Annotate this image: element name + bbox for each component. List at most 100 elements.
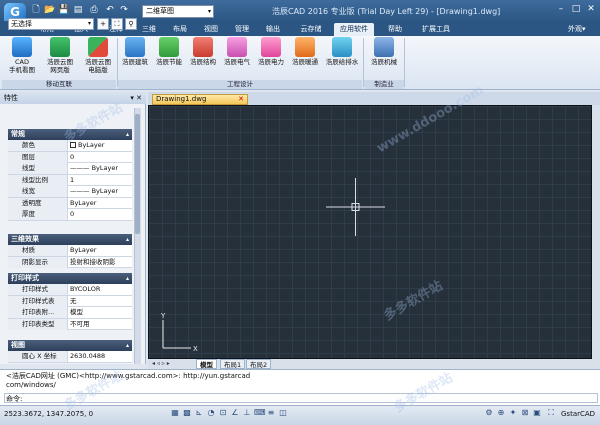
property-value: 投射和接收阴影 [70, 257, 116, 266]
command-prompt: 命令: [6, 395, 23, 403]
snap-icon[interactable]: ▦ [170, 408, 180, 418]
collapse-icon: ▴ [125, 275, 129, 282]
lock-icon[interactable]: ⊠ [520, 408, 530, 418]
layout-nav-arrows[interactable]: ◂ ◃ ▹ ▸ [152, 359, 170, 369]
open-file-icon[interactable]: 📂 [44, 5, 56, 16]
ribbon-button-label: CAD 手机看图 [9, 58, 35, 74]
layout-tab-layout2[interactable]: 布局2 [246, 359, 272, 369]
tab-help[interactable]: 帮助 [382, 23, 408, 36]
scrollbar-thumb[interactable] [135, 114, 140, 234]
save-icon[interactable]: 💾 [58, 5, 70, 16]
save-as-icon[interactable]: ▤ [72, 5, 84, 16]
cloud-web-icon [50, 37, 70, 57]
command-history-line: <浩辰CAD网址 (GMC)<http://www.gstarcad.com>:… [6, 372, 251, 380]
property-row[interactable]: 阴影显示 投射和接收阴影 [8, 256, 132, 268]
property-value: 0 [70, 210, 75, 218]
section-view[interactable]: 视图 ▴ [8, 340, 132, 351]
property-row[interactable]: 打印表类型 不可用 [8, 318, 132, 330]
power-button[interactable]: 浩辰电力 [254, 37, 288, 81]
canvas-vertical-scrollbar[interactable] [592, 105, 600, 359]
otrack-icon[interactable]: ∠ [230, 408, 240, 418]
close-button[interactable]: ✕ [584, 3, 598, 15]
property-row[interactable]: 打印样式表无 [8, 295, 132, 307]
energy-icon [159, 37, 179, 57]
hvac-button[interactable]: 浩辰暖通 [288, 37, 322, 81]
water-button[interactable]: 浩辰给排水 [322, 37, 362, 81]
collapse-icon: ▴ [125, 342, 129, 349]
property-row[interactable]: 线宽 ——— ByLayer [8, 186, 132, 198]
layout-tab-layout1[interactable]: 布局1 [220, 359, 246, 369]
electric-button[interactable]: 浩辰电气 [220, 37, 254, 81]
tab-view[interactable]: 视图 [198, 23, 224, 36]
new-file-icon[interactable]: 🗋 [30, 5, 42, 16]
chevron-down-icon: ▾ [207, 8, 211, 15]
tab-output[interactable]: 输出 [260, 23, 286, 36]
energy-button[interactable]: 浩辰节能 [152, 37, 186, 81]
property-row[interactable]: 线型 ——— ByLayer [8, 163, 132, 175]
workspace-value: 二维草图 [146, 7, 174, 15]
hardware-accel-icon[interactable]: ▣ [532, 408, 542, 418]
annotation-scale-icon[interactable]: ⊕ [496, 408, 506, 418]
drawing-canvas[interactable]: Y X [148, 105, 592, 359]
property-row[interactable]: 厚度 0 [8, 209, 132, 221]
ribbon-panel: CAD 手机看图 浩辰云图 网页版 浩辰云图 电脑版 浩辰建筑 浩辰节能 浩辰结… [0, 36, 600, 90]
tab-application-software[interactable]: 应用软件 [334, 23, 374, 36]
cloud-pc-button[interactable]: 浩辰云图 电脑版 [80, 37, 116, 81]
tab-layout[interactable]: 布局 [167, 23, 193, 36]
appearance-menu[interactable]: 外观▾ [568, 23, 586, 36]
select-objects-icon[interactable]: ⛶ [111, 18, 123, 30]
property-row[interactable]: 图层 0 [8, 151, 132, 163]
cad-mobile-button[interactable]: CAD 手机看图 [6, 37, 38, 81]
minimize-button[interactable]: – [554, 3, 568, 15]
clean-screen-icon[interactable]: ⛶ [546, 408, 556, 418]
osnap-icon[interactable]: ⊡ [218, 408, 228, 418]
property-key: 打印样式 [8, 284, 68, 295]
toggle-pickadd-button[interactable]: + [97, 18, 109, 30]
property-row[interactable]: 透明度 ByLayer [8, 197, 132, 209]
property-key: 线宽 [8, 186, 68, 197]
maximize-button[interactable]: □ [569, 3, 583, 15]
building-button[interactable]: 浩辰建筑 [118, 37, 152, 81]
mechanical-button[interactable]: 浩辰机械 [366, 37, 402, 81]
property-row[interactable]: 打印表附... 模型 [8, 307, 132, 319]
tab-3d[interactable]: 三维 [136, 23, 162, 36]
lineweight-icon[interactable]: ≡ [266, 408, 276, 418]
tab-extension-tools[interactable]: 扩展工具 [418, 23, 454, 36]
tab-cloud-storage[interactable]: 云存储 [294, 23, 328, 36]
ribbon-button-label: 浩辰机械 [371, 58, 397, 66]
property-row[interactable]: 材质 ByLayer [8, 245, 132, 257]
ribbon-button-label: 浩辰节能 [156, 58, 182, 66]
ortho-icon[interactable]: ⊾ [194, 408, 204, 418]
undo-icon[interactable]: ↶ [104, 5, 116, 16]
section-3d-effects[interactable]: 三维效果 ▴ [8, 234, 132, 245]
lightbulb-icon[interactable]: ✦ [508, 408, 518, 418]
dynamic-ucs-icon[interactable]: ⊥ [242, 408, 252, 418]
panel-controls[interactable]: ▾ ✕ [130, 92, 142, 104]
selection-value: 无选择 [11, 20, 32, 28]
structure-button[interactable]: 浩辰结构 [186, 37, 220, 81]
property-row[interactable]: 线型比例 1 [8, 174, 132, 186]
document-tab[interactable]: Drawing1.dwg ✕ [152, 94, 248, 105]
grid-icon[interactable]: ▩ [182, 408, 192, 418]
selection-dropdown[interactable]: 无选择 ▾ [8, 18, 94, 30]
property-row[interactable]: 圆心 X 坐标 2630.0488 [8, 351, 132, 363]
workspace-select[interactable]: 二维草图 ▾ [142, 5, 214, 18]
quick-select-icon[interactable]: ⚲ [125, 18, 137, 30]
section-plot-style[interactable]: 打印样式 ▴ [8, 273, 132, 284]
group-title-manufacturing: 制造业 [364, 80, 404, 89]
layout-tab-model[interactable]: 模型 [196, 359, 217, 369]
property-key: 线型 [8, 163, 68, 174]
dynamic-input-icon[interactable]: ⌨ [254, 408, 266, 418]
tab-manage[interactable]: 管理 [229, 23, 255, 36]
close-tab-icon[interactable]: ✕ [238, 95, 244, 104]
settings-icon[interactable]: ⚙ [484, 408, 494, 418]
transparency-icon[interactable]: ◫ [278, 408, 288, 418]
polar-icon[interactable]: ◔ [206, 408, 216, 418]
print-icon[interactable]: ⎙ [88, 5, 100, 16]
redo-icon[interactable]: ↷ [118, 5, 130, 16]
ribbon-button-label: 浩辰建筑 [122, 58, 148, 66]
property-key: 阴影显示 [8, 256, 68, 268]
cloud-web-button[interactable]: 浩辰云图 网页版 [42, 37, 78, 81]
ribbon-button-label: 浩辰云图 网页版 [47, 58, 73, 74]
property-row[interactable]: 打印样式 BYCOLOR [8, 284, 132, 296]
